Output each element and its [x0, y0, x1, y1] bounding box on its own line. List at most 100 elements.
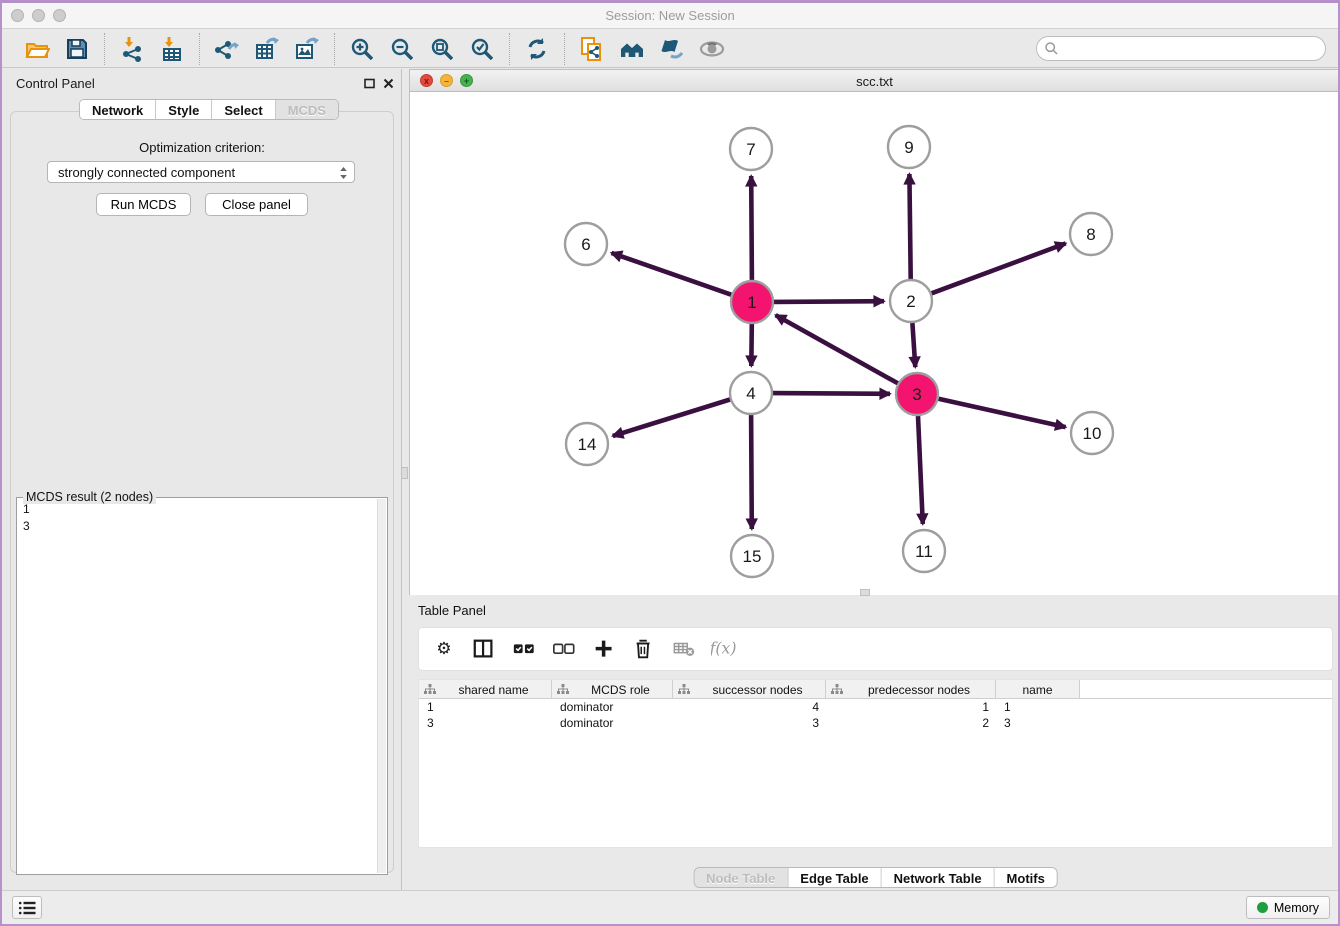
run-mcds-button[interactable]: Run MCDS: [96, 193, 191, 216]
table-settings-gear-icon[interactable]: ⚙: [431, 636, 457, 662]
task-history-button[interactable]: [12, 896, 42, 919]
zoom-out-icon[interactable]: [385, 34, 419, 64]
mcds-result-text[interactable]: 1 3: [18, 501, 374, 871]
node-4[interactable]: 4: [730, 372, 772, 414]
tab-motifs[interactable]: Motifs: [995, 868, 1057, 887]
criterion-select[interactable]: strongly connected component: [47, 161, 355, 183]
delete-row-icon[interactable]: [631, 636, 657, 662]
edge-3-11[interactable]: [918, 416, 923, 524]
function-builder-icon[interactable]: f(x): [711, 636, 737, 662]
node-7[interactable]: 7: [730, 128, 772, 170]
add-row-icon[interactable]: [591, 636, 617, 662]
export-image-icon[interactable]: [290, 34, 324, 64]
table-cell[interactable]: 2: [826, 715, 996, 731]
search-input[interactable]: [1059, 39, 1325, 59]
tab-network[interactable]: Network: [80, 100, 156, 119]
close-panel-icon[interactable]: [381, 76, 395, 90]
edge-1-7[interactable]: [751, 176, 752, 280]
float-panel-icon[interactable]: [362, 76, 376, 90]
column-header-shared-name[interactable]: shared name: [419, 680, 552, 698]
node-9[interactable]: 9: [888, 126, 930, 168]
edge-2-9[interactable]: [909, 174, 910, 279]
tab-style[interactable]: Style: [156, 100, 212, 119]
network-canvas[interactable]: 7 9 6 8 1 2 4 3 14 10 15 11: [410, 92, 1339, 595]
table-row[interactable]: 1dominator411: [419, 699, 1332, 715]
main-toolbar: [2, 30, 1338, 68]
close-panel-button[interactable]: Close panel: [205, 193, 308, 216]
clone-network-icon[interactable]: [575, 34, 609, 64]
tab-network-table[interactable]: Network Table: [882, 868, 995, 887]
table-row[interactable]: 3dominator323: [419, 715, 1332, 731]
column-header-predecessor-nodes[interactable]: predecessor nodes: [826, 680, 996, 698]
vertical-splitter-handle[interactable]: [401, 467, 408, 479]
node-1[interactable]: 1: [731, 281, 773, 323]
delete-table-icon[interactable]: [671, 636, 697, 662]
table-cell[interactable]: 1: [996, 699, 1080, 715]
node-10[interactable]: 10: [1071, 412, 1113, 454]
edge-1-2[interactable]: [774, 301, 884, 302]
node-8[interactable]: 8: [1070, 213, 1112, 255]
open-file-icon[interactable]: [20, 34, 54, 64]
edge-4-15[interactable]: [751, 415, 752, 529]
svg-text:f(x): f(x): [711, 639, 737, 658]
node-14[interactable]: 14: [566, 423, 608, 465]
zoom-fit-icon[interactable]: [425, 34, 459, 64]
table-cell[interactable]: dominator: [552, 715, 673, 731]
node-3[interactable]: 3: [896, 373, 938, 415]
column-header-name[interactable]: name: [996, 680, 1080, 698]
home-view-icon[interactable]: [615, 34, 649, 64]
edge-3-1[interactable]: [776, 315, 898, 383]
memory-button[interactable]: Memory: [1246, 896, 1330, 919]
table-cell[interactable]: 1: [826, 699, 996, 715]
edge-1-4[interactable]: [751, 324, 752, 366]
eye-icon[interactable]: [695, 34, 729, 64]
table-cell[interactable]: 3: [419, 715, 552, 731]
edge-2-3[interactable]: [912, 323, 915, 367]
network-title: scc.txt: [410, 74, 1339, 89]
deselect-all-rows-icon[interactable]: [551, 636, 577, 662]
table-cell[interactable]: 1: [419, 699, 552, 715]
horizontal-splitter-handle[interactable]: [860, 589, 870, 596]
node-2[interactable]: 2: [890, 280, 932, 322]
table-cell[interactable]: 3: [996, 715, 1080, 731]
list-icon: [18, 900, 36, 916]
edge-4-3[interactable]: [773, 393, 890, 394]
table-panel: Table Panel ⚙f(x) shared nameMCDS rolesu…: [409, 598, 1340, 895]
network-window-titlebar[interactable]: x – + scc.txt: [410, 70, 1339, 92]
zoom-in-icon[interactable]: [345, 34, 379, 64]
save-session-icon[interactable]: [60, 34, 94, 64]
column-chooser-icon[interactable]: [471, 636, 497, 662]
import-network-icon[interactable]: [115, 34, 149, 64]
edge-2-8[interactable]: [932, 243, 1066, 293]
column-header-successor-nodes[interactable]: successor nodes: [673, 680, 826, 698]
edge-4-14[interactable]: [613, 400, 730, 437]
edge-1-6[interactable]: [612, 253, 732, 295]
status-bar: Memory: [2, 890, 1338, 924]
node-6[interactable]: 6: [565, 223, 607, 265]
svg-text:8: 8: [1086, 225, 1095, 244]
tab-mcds[interactable]: MCDS: [276, 100, 338, 119]
show-hide-graphics-details-icon[interactable]: [655, 34, 689, 64]
result-scrollbar[interactable]: [377, 499, 386, 873]
refresh-view-icon[interactable]: [520, 34, 554, 64]
export-table-icon[interactable]: [250, 34, 284, 64]
tab-node-table[interactable]: Node Table: [694, 868, 788, 887]
import-table-icon[interactable]: [155, 34, 189, 64]
edge-3-10[interactable]: [939, 399, 1066, 427]
column-header-MCDS-role[interactable]: MCDS role: [552, 680, 673, 698]
tab-select[interactable]: Select: [212, 100, 275, 119]
search-box: [1036, 36, 1326, 61]
select-all-rows-icon[interactable]: [511, 636, 537, 662]
table-header-row: shared nameMCDS rolesuccessor nodesprede…: [419, 680, 1332, 699]
node-15[interactable]: 15: [731, 535, 773, 577]
table-cell[interactable]: 3: [673, 715, 826, 731]
node-11[interactable]: 11: [903, 530, 945, 572]
tab-edge-table[interactable]: Edge Table: [788, 868, 881, 887]
zoom-selected-icon[interactable]: [465, 34, 499, 64]
select-spinner-icon: [339, 165, 348, 181]
svg-text:⚙: ⚙: [436, 638, 451, 658]
table-cell[interactable]: 4: [673, 699, 826, 715]
export-network-icon[interactable]: [210, 34, 244, 64]
table-cell[interactable]: dominator: [552, 699, 673, 715]
svg-text:9: 9: [904, 138, 913, 157]
